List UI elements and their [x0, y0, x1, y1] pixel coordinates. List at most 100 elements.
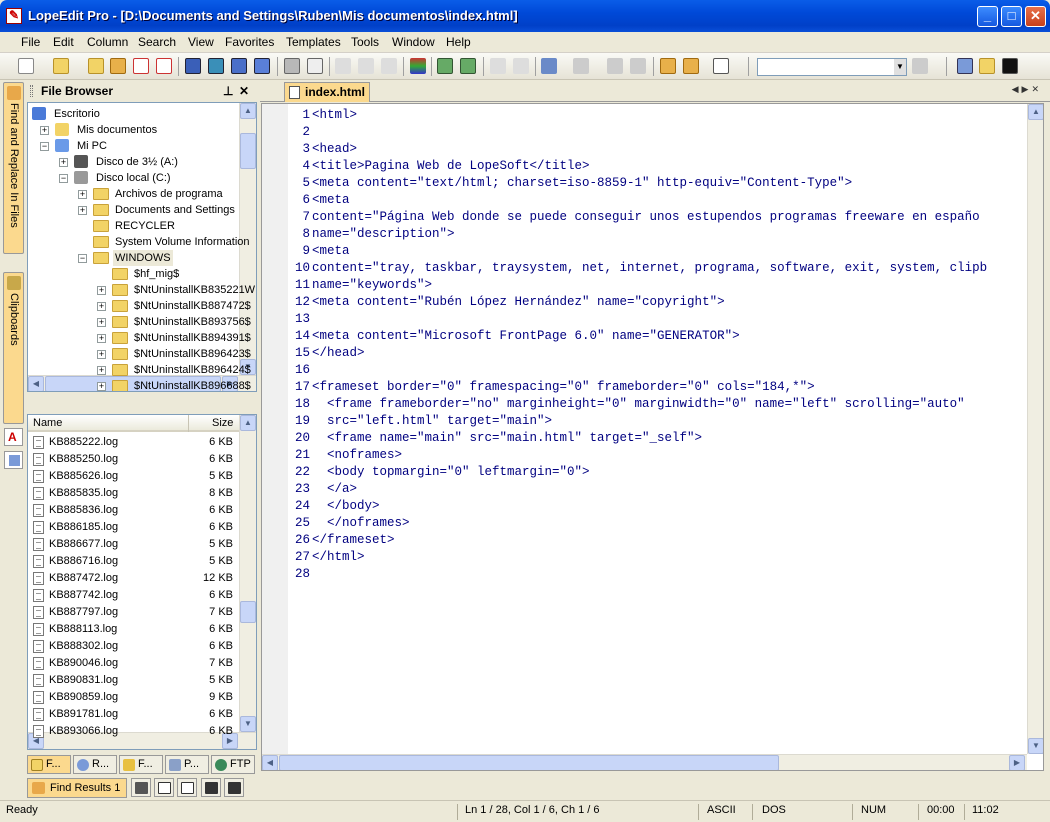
print-icon[interactable]	[284, 58, 300, 74]
file-row[interactable]: KB890831.log 5 KB	[28, 672, 241, 689]
scroll-right-icon[interactable]: ▶	[1009, 755, 1025, 770]
print-preview-icon[interactable]	[307, 58, 323, 74]
tab-find-results-1[interactable]: Find Results 1	[27, 778, 127, 798]
document-list-icon[interactable]	[957, 58, 973, 74]
outdent-icon[interactable]	[460, 58, 476, 74]
tab-file-browser[interactable]: F...	[27, 755, 71, 774]
tab-projects[interactable]: P...	[165, 755, 209, 774]
file-list[interactable]: Name Size ▲ ▼ ◀ ▶ KB885222.log 6 KB KB8852…	[27, 414, 257, 750]
code-editor[interactable]: ▲ ▼ ◀ ▶ 1 <html> 2 3 <head> 4 <title>Pagina We…	[261, 103, 1044, 771]
cut-icon[interactable]	[335, 58, 351, 74]
menu-window[interactable]: Window	[392, 35, 435, 49]
editor-horizontal-scrollbar[interactable]: ◀ ▶	[262, 754, 1027, 770]
collapse-icon[interactable]: −	[78, 254, 87, 263]
expand-icon[interactable]: +	[40, 126, 49, 135]
scroll-up-icon[interactable]: ▲	[240, 415, 256, 431]
tree-item[interactable]: Mi PC	[75, 138, 109, 154]
tree-item[interactable]: Mis documentos	[75, 122, 159, 138]
scroll-down-icon[interactable]: ▼	[1028, 738, 1043, 754]
save-icon[interactable]	[185, 58, 201, 74]
menu-edit[interactable]: Edit	[53, 35, 74, 49]
close-file-icon[interactable]	[133, 58, 149, 74]
template-icon[interactable]	[713, 58, 729, 74]
redo-icon[interactable]	[513, 58, 529, 74]
scroll-up-icon[interactable]: ▲	[1028, 104, 1043, 120]
tree-item[interactable]: $NtUninstallKB887472$	[132, 298, 253, 314]
line-ending-indicator[interactable]: DOS	[762, 804, 786, 816]
menu-column[interactable]: Column	[87, 35, 128, 49]
tab-favorites[interactable]: F...	[119, 755, 163, 774]
paste-icon[interactable]	[381, 58, 397, 74]
find-next-icon[interactable]	[573, 58, 589, 74]
minimize-button[interactable]: _	[977, 6, 998, 27]
save-copy-icon[interactable]	[254, 58, 270, 74]
undo-icon[interactable]	[490, 58, 506, 74]
collapse-icon[interactable]: −	[40, 142, 49, 151]
open-project-icon[interactable]	[110, 58, 126, 74]
scroll-up-icon[interactable]: ▲	[240, 103, 256, 119]
file-row[interactable]: KB888302.log 6 KB	[28, 638, 241, 655]
lopeedit-app-icon[interactable]: ✎	[6, 8, 22, 24]
file-row[interactable]: KB887797.log 7 KB	[28, 604, 241, 621]
file-list-vertical-scrollbar[interactable]: ▲ ▼	[239, 415, 256, 732]
tab-clipboards[interactable]: Clipboards	[3, 272, 24, 424]
menu-search[interactable]: Search	[138, 35, 176, 49]
pdf-icon[interactable]: A	[4, 428, 23, 446]
menu-view[interactable]: View	[188, 35, 214, 49]
expand-icon[interactable]: +	[97, 366, 106, 375]
indent-icon[interactable]	[437, 58, 453, 74]
scroll-down-icon[interactable]: ▼	[240, 716, 256, 732]
file-row[interactable]: KB887742.log 6 KB	[28, 587, 241, 604]
close-tab-icon[interactable]: ✕	[1031, 84, 1042, 94]
tree-item[interactable]: Archivos de programa	[113, 186, 225, 202]
file-row[interactable]: KB886677.log 5 KB	[28, 536, 241, 553]
scroll-left-icon[interactable]: ◀	[262, 755, 278, 770]
output-icon[interactable]	[154, 778, 174, 797]
close-all-icon[interactable]	[156, 58, 172, 74]
expand-icon[interactable]: +	[97, 350, 106, 359]
tab-find-and-replace-in-files[interactable]: Find and Replace In Files	[3, 82, 24, 254]
tree-item[interactable]: $NtUninstallKB896424$	[132, 362, 253, 378]
command-prompt-icon[interactable]	[1002, 58, 1018, 74]
expand-icon[interactable]: +	[97, 334, 106, 343]
previous-tab-icon[interactable]: ◀	[1012, 84, 1022, 94]
file-row[interactable]: KB890859.log 9 KB	[28, 689, 241, 706]
tree-item[interactable]: WINDOWS	[113, 250, 173, 266]
tab-ftp[interactable]: FTP	[211, 755, 255, 774]
file-row[interactable]: KB887472.log 12 KB	[28, 570, 241, 587]
expand-icon[interactable]: +	[97, 382, 106, 391]
scroll-thumb[interactable]	[240, 601, 256, 623]
editor-vertical-scrollbar[interactable]: ▲ ▼	[1027, 104, 1043, 754]
document-panel-icon[interactable]	[4, 451, 23, 469]
close-button[interactable]: ✕	[1025, 6, 1046, 27]
find-icon[interactable]	[541, 58, 557, 74]
expand-icon[interactable]: +	[78, 206, 87, 215]
run-tool-icon[interactable]	[912, 58, 928, 74]
column-name[interactable]: Name	[33, 415, 62, 432]
toolbar-combo[interactable]: ▼	[757, 58, 907, 76]
menu-file[interactable]: File	[21, 35, 40, 49]
tree-item[interactable]: $NtUninstallKB894391$	[132, 330, 253, 346]
encoding-indicator[interactable]: ASCII	[707, 804, 736, 816]
expand-icon[interactable]: +	[59, 158, 68, 167]
file-row[interactable]: KB888113.log 6 KB	[28, 621, 241, 638]
column-divider[interactable]	[188, 415, 189, 432]
file-row[interactable]: KB885835.log 8 KB	[28, 485, 241, 502]
tab-index-html[interactable]: index.html	[284, 82, 370, 102]
tree-item[interactable]: $NtUninstallKB835221W	[132, 282, 256, 298]
menu-help[interactable]: Help	[446, 35, 471, 49]
file-row[interactable]: KB891781.log 6 KB	[28, 706, 241, 723]
tab-recent[interactable]: R...	[73, 755, 117, 774]
expand-icon[interactable]: +	[78, 190, 87, 199]
favorites-icon[interactable]	[660, 58, 676, 74]
file-row[interactable]: KB890046.log 7 KB	[28, 655, 241, 672]
pin-icon[interactable]: ⊥	[223, 82, 233, 100]
folder-tree[interactable]: ▲ ▼ ◀ ▶ Escritorio + Mis documentos − Mi PC +…	[27, 102, 257, 392]
list-icon[interactable]	[177, 778, 197, 797]
tree-item[interactable]: $hf_mig$	[132, 266, 181, 282]
file-row[interactable]: KB885836.log 6 KB	[28, 502, 241, 519]
expand-icon[interactable]: +	[97, 302, 106, 311]
next-tab-icon[interactable]: ▶	[1022, 84, 1032, 94]
tree-item[interactable]: RECYCLER	[113, 218, 177, 234]
find-previous-icon[interactable]	[607, 58, 623, 74]
